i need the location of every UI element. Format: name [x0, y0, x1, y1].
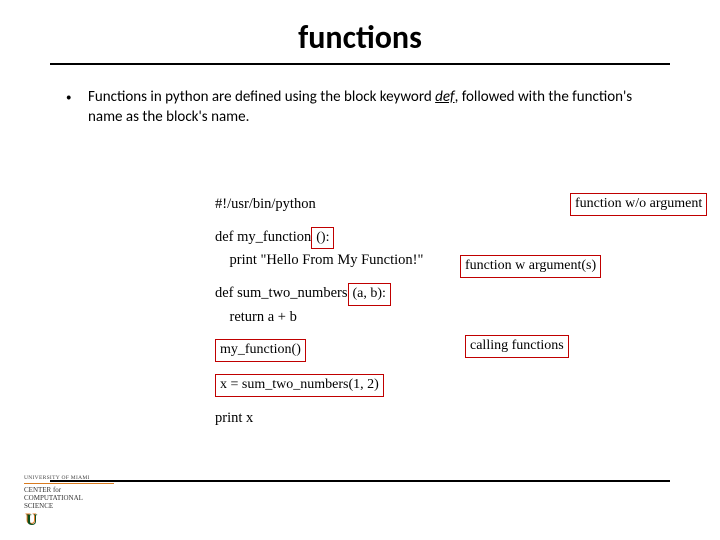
footer-bar [24, 483, 114, 484]
annotation-no-arg: function w/o argument [570, 193, 707, 216]
annotation-calling: calling functions [465, 335, 569, 358]
u-logo-icon: U [24, 512, 38, 530]
bullet-dot: • [60, 87, 88, 128]
title-underline [50, 63, 670, 65]
footer-divider [50, 480, 670, 482]
footer-logo: UNIVERSITY OF MIAMI CENTER for COMPUTATI… [24, 475, 114, 530]
footer-university: UNIVERSITY OF MIAMI [24, 475, 114, 481]
footer-center-3: SCIENCE [24, 503, 83, 511]
code-call2: x = sum_two_numbers(1, 2) [215, 374, 645, 397]
bullet-content: Functions in python are defined using th… [88, 87, 660, 128]
body-text: • Functions in python are defined using … [60, 87, 660, 128]
code-def1: def my_function(): [215, 227, 645, 250]
args-box-2: (a, b): [348, 283, 391, 306]
slide-title: functions [0, 0, 720, 63]
code-call1: my_function() [215, 339, 645, 362]
code-def2: def sum_two_numbers(a, b): [215, 283, 645, 306]
code-print: print x [215, 409, 645, 429]
def-keyword: def [435, 88, 454, 106]
code-block: #!/usr/bin/python def my_function(): pri… [215, 195, 645, 431]
bullet-text-before: Functions in python are defined using th… [88, 88, 435, 106]
annotation-with-arg: function w argument(s) [460, 255, 601, 278]
u-letter: U [26, 512, 38, 529]
code-def2-body: return a + b [215, 308, 645, 328]
args-box-1: (): [311, 227, 334, 250]
